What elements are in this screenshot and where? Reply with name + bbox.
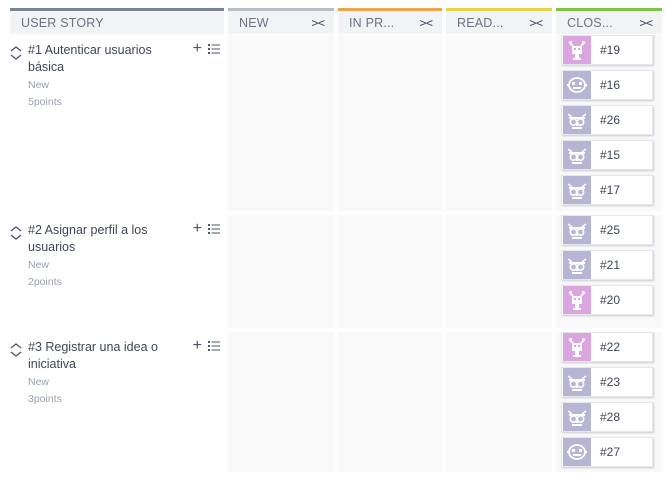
task-ref[interactable]: #22 [600, 340, 620, 354]
purple-owl-icon [563, 403, 591, 431]
lane-cell [338, 35, 442, 211]
lane-cell [228, 332, 334, 472]
user-story-points: 3points [28, 393, 62, 405]
pink-monster-icon [563, 36, 591, 64]
column-header-closed: CLOS... >< [556, 8, 662, 34]
task-card[interactable]: #23 [561, 367, 653, 397]
fold-column-icon[interactable]: >< [640, 16, 653, 30]
task-ref[interactable]: #20 [600, 293, 620, 307]
bulk-add-list-icon[interactable] [208, 43, 220, 55]
lane-cell [338, 215, 442, 328]
user-story-row: #3 Registrar una idea o iniciativa New 3… [10, 335, 224, 470]
lane-cell [446, 35, 552, 211]
task-card[interactable]: #22 [561, 332, 653, 362]
column-header-ready: READ... >< [446, 8, 552, 34]
lane-cell [338, 332, 442, 472]
task-ref[interactable]: #26 [600, 113, 620, 127]
purple-face-icon [563, 438, 591, 466]
task-ref[interactable]: #23 [600, 375, 620, 389]
task-card[interactable]: #28 [561, 402, 653, 432]
lane-cell [228, 35, 334, 211]
add-task-icon[interactable]: + [193, 338, 202, 354]
column-header-user-story: USER STORY [10, 8, 224, 34]
user-story-status: New [28, 79, 50, 91]
purple-owl-icon [563, 216, 591, 244]
task-ref[interactable]: #21 [600, 258, 620, 272]
column-header-label: CLOS... [567, 15, 613, 30]
user-story-status: New [28, 259, 50, 271]
add-task-icon[interactable]: + [193, 41, 202, 57]
user-story-row: #1 Autenticar usuarios básica New 5point… [10, 38, 224, 208]
column-header-label: IN PR... [349, 15, 395, 30]
purple-face-icon [563, 71, 591, 99]
lane-cell [446, 332, 552, 472]
purple-owl-icon [563, 368, 591, 396]
collapse-toggle-icon[interactable] [10, 343, 22, 357]
task-card[interactable]: #21 [561, 250, 653, 280]
collapse-toggle-icon[interactable] [10, 46, 22, 60]
user-story-status: New [28, 376, 50, 388]
bulk-add-list-icon[interactable] [208, 223, 220, 235]
purple-owl-icon [563, 106, 591, 134]
user-story-title[interactable]: #2 Asignar perfil a los usuarios [28, 222, 178, 256]
user-story-title[interactable]: #3 Registrar una idea o iniciativa [28, 339, 178, 373]
task-ref[interactable]: #28 [600, 410, 620, 424]
kanban-board: USER STORY NEW >< IN PR... >< READ... ><… [0, 0, 665, 478]
fold-column-icon[interactable]: >< [312, 16, 325, 30]
column-header-label: READ... [457, 15, 504, 30]
pink-monster-icon [563, 333, 591, 361]
task-ref[interactable]: #17 [600, 183, 620, 197]
task-card[interactable]: #16 [561, 70, 653, 100]
task-ref[interactable]: #27 [600, 445, 620, 459]
task-card[interactable]: #19 [561, 35, 653, 65]
fold-column-icon[interactable]: >< [530, 16, 543, 30]
task-ref[interactable]: #16 [600, 78, 620, 92]
user-story-title[interactable]: #1 Autenticar usuarios básica [28, 42, 178, 76]
task-card[interactable]: #25 [561, 215, 653, 245]
lane-cell [446, 215, 552, 328]
task-card[interactable]: #27 [561, 437, 653, 467]
task-ref[interactable]: #15 [600, 148, 620, 162]
purple-owl-icon [563, 176, 591, 204]
fold-column-icon[interactable]: >< [420, 16, 433, 30]
user-story-points: 5points [28, 96, 62, 108]
user-story-points: 2points [28, 276, 62, 288]
user-story-actions: + [193, 41, 220, 57]
task-card[interactable]: #20 [561, 285, 653, 315]
column-header-label: USER STORY [21, 15, 104, 30]
add-task-icon[interactable]: + [193, 221, 202, 237]
user-story-actions: + [193, 338, 220, 354]
lane-cell [228, 215, 334, 328]
purple-owl-icon [563, 141, 591, 169]
column-header-label: NEW [239, 15, 269, 30]
task-card[interactable]: #17 [561, 175, 653, 205]
task-ref[interactable]: #19 [600, 43, 620, 57]
column-header-in-progress: IN PR... >< [338, 8, 442, 34]
collapse-toggle-icon[interactable] [10, 226, 22, 240]
task-card[interactable]: #15 [561, 140, 653, 170]
bulk-add-list-icon[interactable] [208, 340, 220, 352]
user-story-row: #2 Asignar perfil a los usuarios New 2po… [10, 218, 224, 328]
task-ref[interactable]: #25 [600, 223, 620, 237]
pink-monster-icon [563, 286, 591, 314]
user-story-actions: + [193, 221, 220, 237]
column-header-new: NEW >< [228, 8, 334, 34]
task-card[interactable]: #26 [561, 105, 653, 135]
purple-owl-icon [563, 251, 591, 279]
